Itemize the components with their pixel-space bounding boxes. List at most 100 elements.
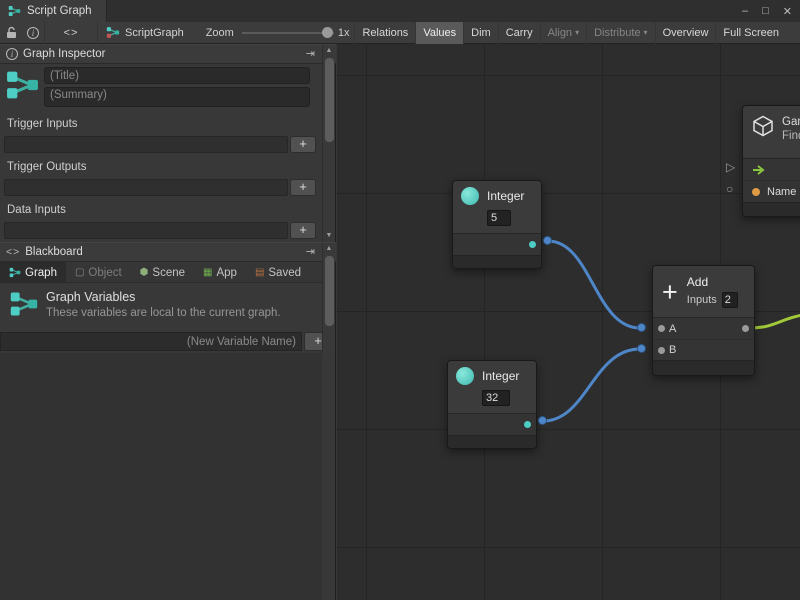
variables-list-empty (0, 353, 322, 600)
integer-output-port[interactable] (524, 421, 531, 428)
find-node[interactable]: Game Find Name (742, 105, 800, 217)
tab-script-graph[interactable]: Script Graph (0, 0, 107, 22)
find-node-footer (743, 202, 800, 216)
scene-icon: ⬢ (140, 267, 149, 278)
minimize-icon[interactable]: – (742, 5, 748, 17)
blackboard-header: <> Blackboard ⇥ (0, 242, 336, 262)
flow-port-icon[interactable]: ▷ (726, 161, 735, 173)
carry-button[interactable]: Carry (498, 22, 540, 44)
name-input-port[interactable] (752, 188, 760, 196)
game-object-cube-icon (751, 114, 775, 138)
tab-title: Script Graph (27, 5, 92, 17)
connection-dot-integer32[interactable] (538, 416, 547, 425)
graph-icon (106, 26, 120, 39)
tab-graph[interactable]: Graph (0, 262, 66, 283)
graph-variables-description: These variables are local to the current… (46, 307, 281, 319)
blackboard-scrollbar[interactable]: ▲ (322, 243, 335, 353)
trigger-inputs-list (4, 136, 288, 153)
integer-value-input[interactable] (487, 210, 511, 226)
integer-type-icon (461, 187, 479, 205)
integer-type-icon (456, 367, 474, 385)
align-dropdown[interactable]: Align ▾ (540, 22, 586, 44)
maximize-icon[interactable]: □ (762, 5, 769, 17)
inspector-scrollbar[interactable]: ▲ ▼ (322, 45, 335, 241)
integer-node-5[interactable]: Integer (452, 180, 542, 269)
add-output-port[interactable] (742, 325, 749, 332)
find-node-header[interactable]: Game Find (743, 106, 800, 158)
new-variable-input[interactable] (0, 332, 302, 351)
flow-arrow-icon[interactable] (752, 165, 767, 175)
wire-integer32-to-add-b[interactable] (543, 349, 640, 421)
find-name-row: Name (743, 180, 800, 202)
zoom-slider-knob[interactable] (322, 27, 333, 38)
trigger-outputs-list (4, 179, 288, 196)
add-port-row-b: B (653, 339, 754, 360)
add-port-row-a: A (653, 318, 754, 339)
connection-dot-integer5[interactable] (543, 236, 552, 245)
value-port-icon[interactable]: ○ (726, 183, 733, 195)
scroll-up-icon[interactable]: ▲ (323, 45, 335, 56)
tab-saved[interactable]: ▤ Saved (246, 262, 310, 283)
graph-name-label[interactable]: ScriptGraph (98, 26, 192, 39)
integer-value-input[interactable] (482, 390, 510, 406)
dock-icon[interactable]: ⇥ (306, 47, 315, 60)
graph-inspector-header: i Graph Inspector ⇥ (0, 44, 336, 64)
add-node-header[interactable]: + Add Inputs (653, 266, 754, 317)
connection-dot-add-b[interactable] (637, 344, 646, 353)
window-controls: – □ ✕ (742, 0, 792, 22)
add-data-input-button[interactable]: + (290, 222, 316, 239)
add-node-ports: A B (653, 317, 754, 360)
fullscreen-button[interactable]: Full Screen (715, 22, 786, 44)
chevron-down-icon: ▾ (575, 28, 579, 37)
info-icon[interactable]: i (22, 22, 44, 44)
inspector-scrollbar-thumb[interactable] (325, 58, 334, 142)
scroll-down-icon[interactable]: ▼ (323, 230, 335, 241)
add-node[interactable]: + Add Inputs A B (652, 265, 755, 376)
lock-icon[interactable] (0, 22, 22, 44)
scroll-up-icon[interactable]: ▲ (323, 243, 335, 254)
overview-button[interactable]: Overview (655, 22, 716, 44)
tab-app[interactable]: ▦ App (194, 262, 246, 283)
blackboard-title: Blackboard (25, 246, 83, 258)
summary-field[interactable] (44, 87, 310, 107)
relations-button[interactable]: Relations (354, 22, 415, 44)
values-button[interactable]: Values (415, 22, 463, 44)
distribute-dropdown[interactable]: Distribute ▾ (586, 22, 654, 44)
title-field[interactable] (44, 67, 310, 84)
add-inputs-count-input[interactable] (722, 292, 738, 308)
zoom-slider-track[interactable] (242, 32, 334, 34)
chevron-down-icon: ▾ (644, 28, 648, 37)
wire-add-output[interactable] (750, 315, 800, 328)
add-input-b-port[interactable] (658, 347, 665, 354)
integer-output-port[interactable] (529, 241, 536, 248)
graph-canvas[interactable]: Integer Integer + Add (337, 44, 800, 600)
find-node-type: Game (782, 116, 800, 128)
tab-scene[interactable]: ⬢ Scene (131, 262, 194, 283)
saved-icon: ▤ (255, 267, 264, 278)
blackboard-scrollbar-thumb[interactable] (325, 256, 334, 326)
add-input-a-port[interactable] (658, 325, 665, 332)
trigger-inputs-label: Trigger Inputs (7, 118, 78, 130)
graph-tab-icon (9, 267, 21, 278)
zoom-label: Zoom (206, 27, 234, 39)
sidebar: i Graph Inspector ⇥ Trigger Inputs + Tri… (0, 44, 336, 600)
integer-node-32-header[interactable]: Integer (448, 361, 536, 413)
trigger-outputs-label: Trigger Outputs (7, 161, 86, 173)
integer-node-32[interactable]: Integer (447, 360, 537, 449)
integer-node-title: Integer (482, 369, 519, 383)
connection-dot-add-a[interactable] (637, 323, 646, 332)
blackboard-tabs: Graph ▢ Object ⬢ Scene ▦ App ▤ Saved (0, 262, 322, 283)
code-view-button[interactable]: <> (44, 22, 98, 44)
close-icon[interactable]: ✕ (783, 5, 792, 18)
add-node-footer (653, 360, 754, 375)
integer-node-5-header[interactable]: Integer (453, 181, 541, 233)
graph-variables-icon (9, 290, 39, 318)
dim-button[interactable]: Dim (463, 22, 498, 44)
dock-icon[interactable]: ⇥ (306, 245, 315, 258)
integer-node-title: Integer (487, 189, 524, 203)
zoom-slider[interactable] (242, 22, 334, 44)
tab-object[interactable]: ▢ Object (66, 262, 131, 283)
add-trigger-input-button[interactable]: + (290, 136, 316, 153)
add-trigger-output-button[interactable]: + (290, 179, 316, 196)
wire-integer5-to-add-a[interactable] (548, 241, 640, 328)
